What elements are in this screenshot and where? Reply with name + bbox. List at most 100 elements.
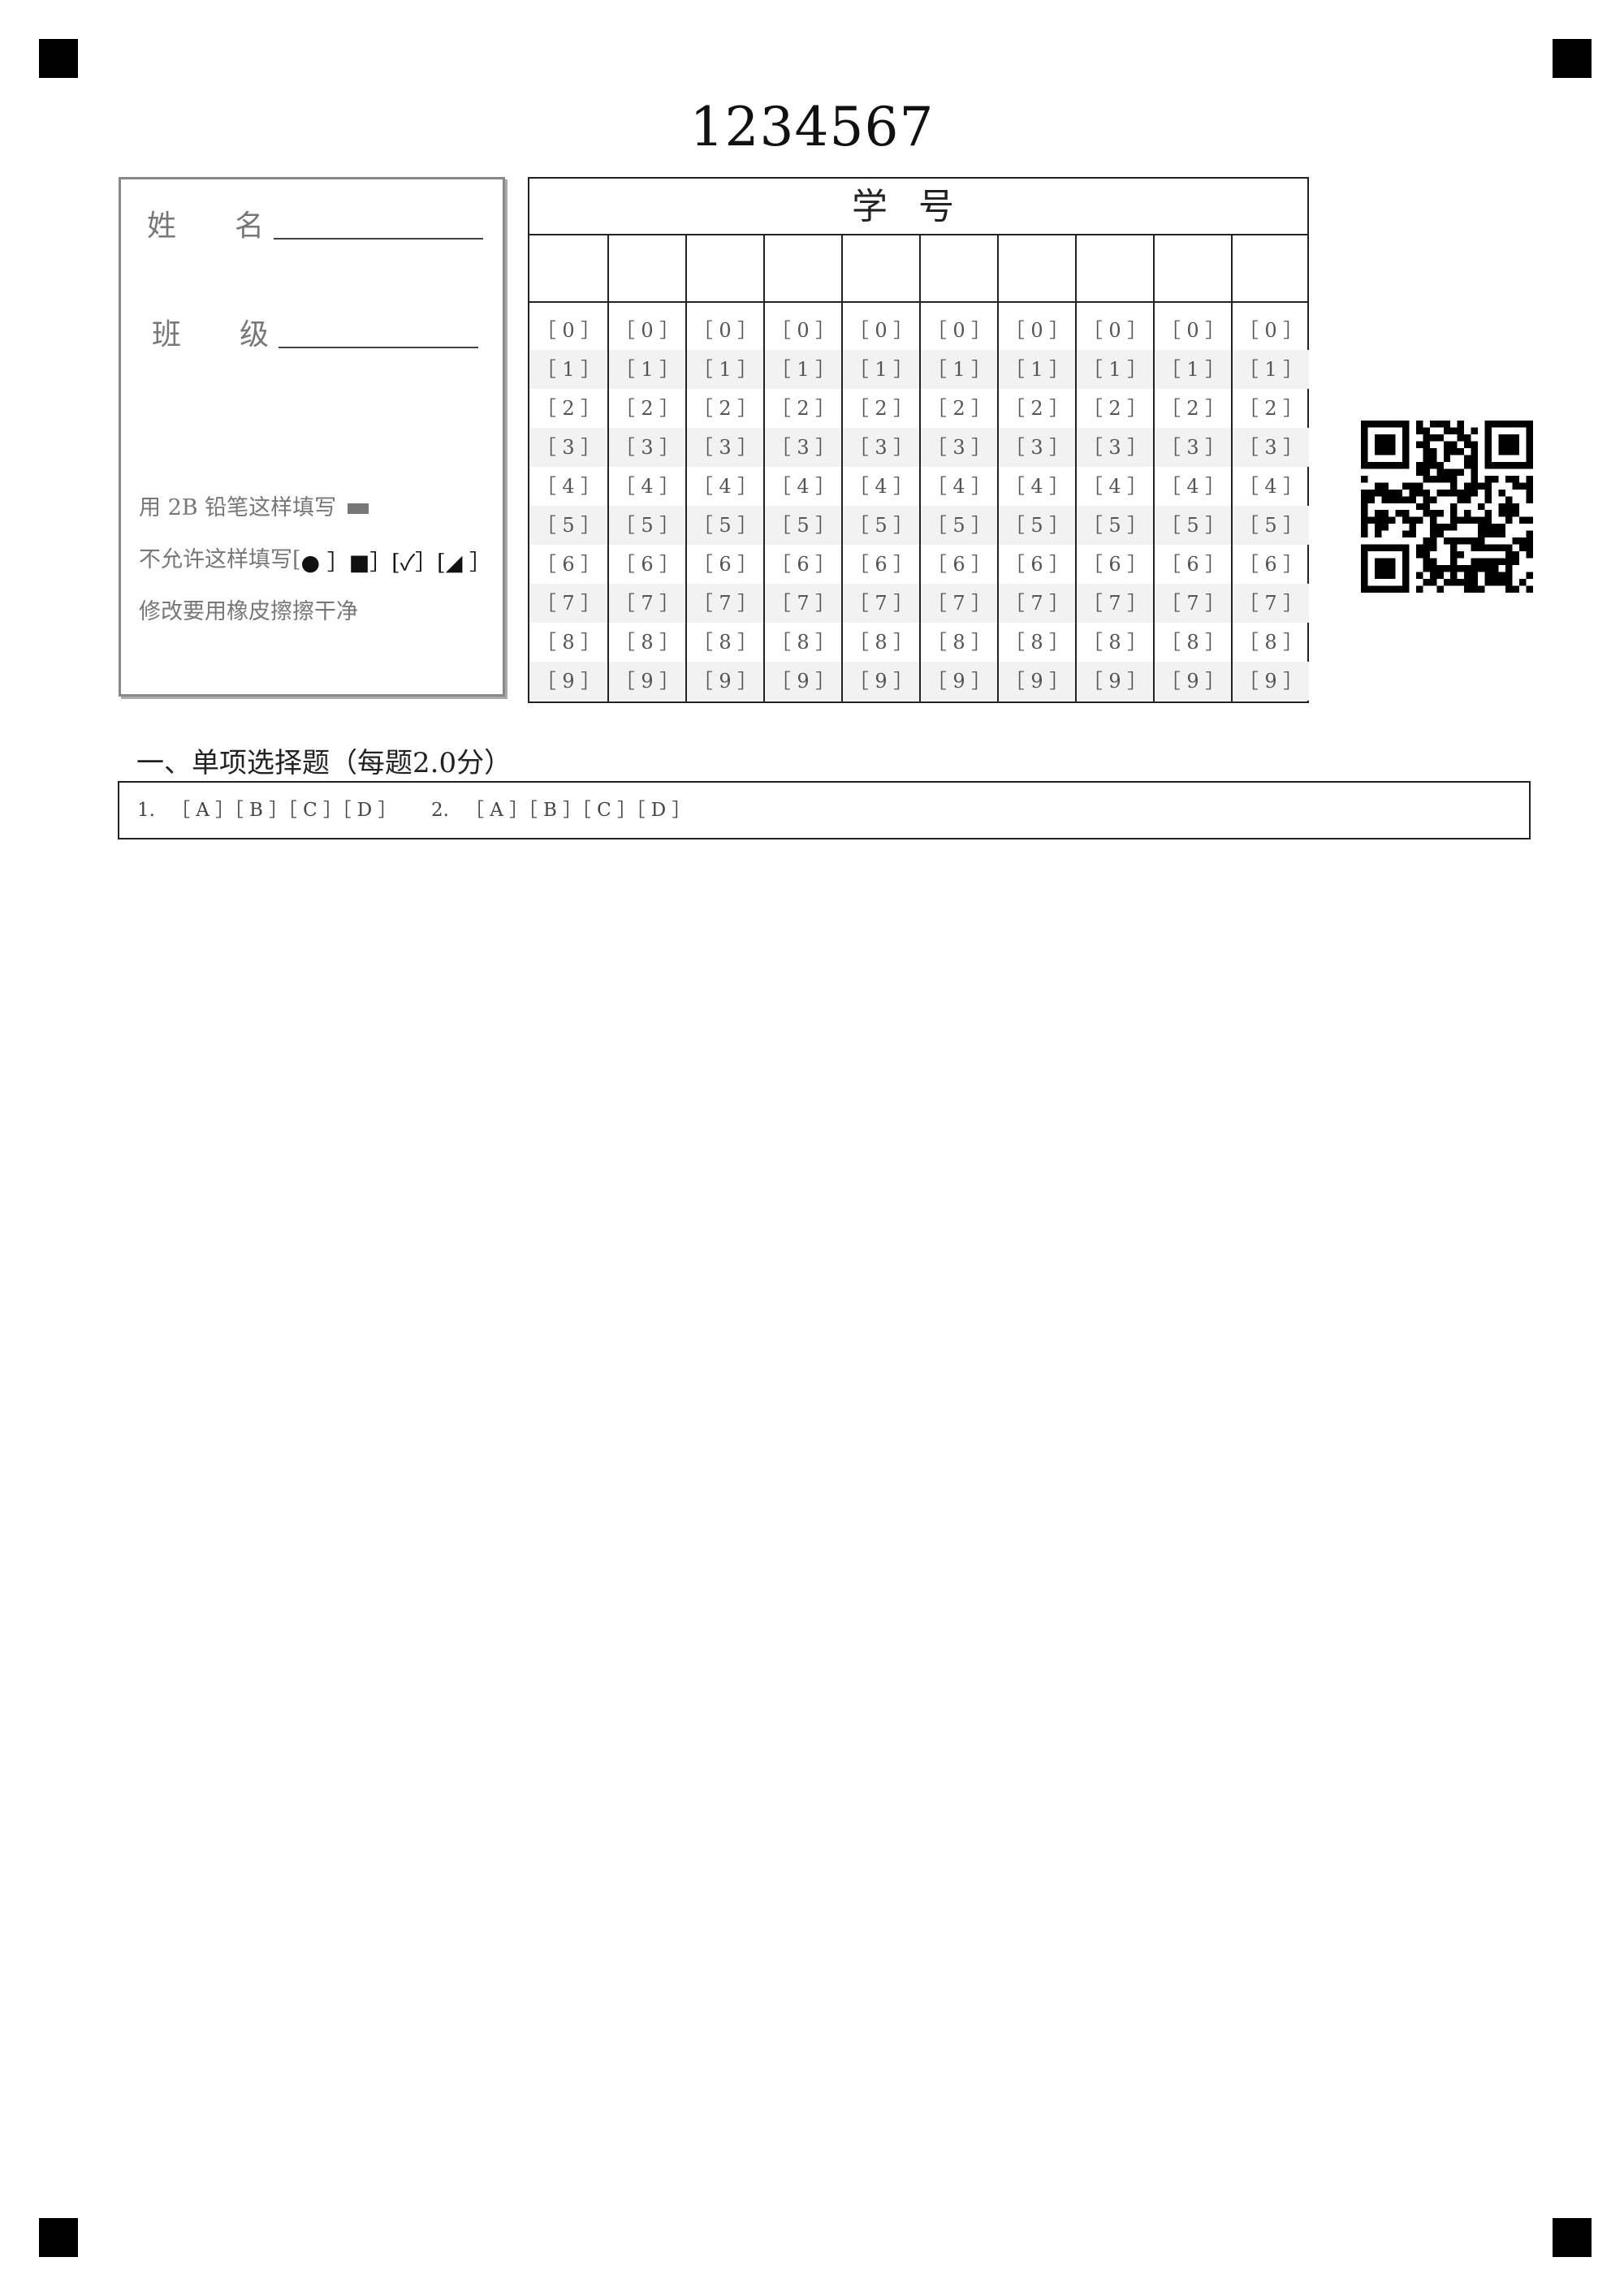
student-id-bubble[interactable]: ［ 9 ］ <box>843 662 919 701</box>
student-id-bubble[interactable]: ［ 6 ］ <box>609 545 685 584</box>
student-id-bubble[interactable]: ［ 3 ］ <box>843 428 919 467</box>
student-id-digit-box[interactable] <box>765 235 841 303</box>
student-id-bubble[interactable]: ［ 7 ］ <box>1155 584 1231 623</box>
student-id-bubble[interactable]: ［ 9 ］ <box>765 662 841 701</box>
student-id-bubble[interactable]: ［ 9 ］ <box>1077 662 1153 701</box>
student-id-bubble[interactable]: ［ 2 ］ <box>765 389 841 428</box>
student-id-bubble[interactable]: ［ 1 ］ <box>921 350 997 389</box>
student-id-bubble[interactable]: ［ 2 ］ <box>687 389 763 428</box>
student-id-bubble[interactable]: ［ 5 ］ <box>687 506 763 545</box>
student-id-bubble[interactable]: ［ 5 ］ <box>1155 506 1231 545</box>
student-id-bubble[interactable]: ［ 5 ］ <box>1233 506 1309 545</box>
student-id-bubble[interactable]: ［ 6 ］ <box>1233 545 1309 584</box>
student-id-bubble[interactable]: ［ 6 ］ <box>999 545 1075 584</box>
student-id-bubble[interactable]: ［ 1 ］ <box>1077 350 1153 389</box>
student-id-digit-box[interactable] <box>529 235 607 303</box>
student-id-bubble[interactable]: ［ 4 ］ <box>1155 467 1231 506</box>
student-id-bubble[interactable]: ［ 7 ］ <box>1077 584 1153 623</box>
student-id-bubble[interactable]: ［ 5 ］ <box>765 506 841 545</box>
student-id-bubble[interactable]: ［ 1 ］ <box>687 350 763 389</box>
student-id-bubble[interactable]: ［ 4 ］ <box>1233 467 1309 506</box>
student-id-bubble[interactable]: ［ 5 ］ <box>921 506 997 545</box>
student-id-bubble[interactable]: ［ 8 ］ <box>999 623 1075 662</box>
student-id-bubble[interactable]: ［ 0 ］ <box>1077 311 1153 350</box>
student-id-bubble[interactable]: ［ 6 ］ <box>1155 545 1231 584</box>
student-id-bubble[interactable]: ［ 5 ］ <box>843 506 919 545</box>
student-id-bubble[interactable]: ［ 2 ］ <box>843 389 919 428</box>
student-id-bubble[interactable]: ［ 1 ］ <box>529 350 607 389</box>
student-id-bubble[interactable]: ［ 3 ］ <box>1155 428 1231 467</box>
student-id-digit-box[interactable] <box>921 235 997 303</box>
student-id-bubble[interactable]: ［ 7 ］ <box>843 584 919 623</box>
student-id-bubble[interactable]: ［ 4 ］ <box>921 467 997 506</box>
student-id-bubble[interactable]: ［ 3 ］ <box>609 428 685 467</box>
student-id-bubble[interactable]: ［ 8 ］ <box>1155 623 1231 662</box>
student-id-bubble[interactable]: ［ 0 ］ <box>687 311 763 350</box>
student-id-bubble[interactable]: ［ 5 ］ <box>609 506 685 545</box>
student-id-bubble[interactable]: ［ 7 ］ <box>921 584 997 623</box>
student-id-bubble[interactable]: ［ 6 ］ <box>843 545 919 584</box>
student-id-bubble[interactable]: ［ 1 ］ <box>1155 350 1231 389</box>
student-id-bubble[interactable]: ［ 7 ］ <box>765 584 841 623</box>
student-id-bubble[interactable]: ［ 0 ］ <box>1233 311 1309 350</box>
student-id-bubble[interactable]: ［ 4 ］ <box>529 467 607 506</box>
student-id-bubble[interactable]: ［ 8 ］ <box>1233 623 1309 662</box>
student-id-bubble[interactable]: ［ 3 ］ <box>687 428 763 467</box>
student-id-bubble[interactable]: ［ 9 ］ <box>921 662 997 701</box>
student-id-digit-box[interactable] <box>1077 235 1153 303</box>
student-id-bubble[interactable]: ［ 7 ］ <box>1233 584 1309 623</box>
student-id-bubble[interactable]: ［ 3 ］ <box>921 428 997 467</box>
student-id-bubble[interactable]: ［ 9 ］ <box>609 662 685 701</box>
student-id-digit-box[interactable] <box>843 235 919 303</box>
student-id-bubble[interactable]: ［ 8 ］ <box>687 623 763 662</box>
student-id-bubble[interactable]: ［ 7 ］ <box>999 584 1075 623</box>
student-id-bubble[interactable]: ［ 3 ］ <box>529 428 607 467</box>
student-id-bubble[interactable]: ［ 8 ］ <box>529 623 607 662</box>
student-id-bubble[interactable]: ［ 3 ］ <box>999 428 1075 467</box>
student-id-bubble[interactable]: ［ 6 ］ <box>529 545 607 584</box>
student-id-bubble[interactable]: ［ 1 ］ <box>1233 350 1309 389</box>
student-id-bubble[interactable]: ［ 6 ］ <box>1077 545 1153 584</box>
student-id-bubble[interactable]: ［ 1 ］ <box>999 350 1075 389</box>
student-id-bubble[interactable]: ［ 4 ］ <box>999 467 1075 506</box>
student-id-bubble[interactable]: ［ 5 ］ <box>1077 506 1153 545</box>
student-id-bubble[interactable]: ［ 8 ］ <box>609 623 685 662</box>
student-id-bubble[interactable]: ［ 3 ］ <box>1233 428 1309 467</box>
student-id-bubble[interactable]: ［ 2 ］ <box>921 389 997 428</box>
student-id-bubble[interactable]: ［ 8 ］ <box>765 623 841 662</box>
student-id-digit-box[interactable] <box>999 235 1075 303</box>
student-id-bubble[interactable]: ［ 2 ］ <box>1077 389 1153 428</box>
student-id-bubble[interactable]: ［ 2 ］ <box>1155 389 1231 428</box>
student-id-digit-box[interactable] <box>1155 235 1231 303</box>
student-id-bubble[interactable]: ［ 4 ］ <box>687 467 763 506</box>
student-id-bubble[interactable]: ［ 7 ］ <box>529 584 607 623</box>
student-id-bubble[interactable]: ［ 2 ］ <box>1233 389 1309 428</box>
student-id-bubble[interactable]: ［ 1 ］ <box>843 350 919 389</box>
student-id-bubble[interactable]: ［ 3 ］ <box>1077 428 1153 467</box>
student-id-bubble[interactable]: ［ 4 ］ <box>609 467 685 506</box>
student-id-digit-box[interactable] <box>609 235 685 303</box>
class-underline[interactable] <box>279 347 478 350</box>
student-id-bubble[interactable]: ［ 9 ］ <box>529 662 607 701</box>
student-id-bubble[interactable]: ［ 0 ］ <box>921 311 997 350</box>
student-id-bubble[interactable]: ［ 0 ］ <box>609 311 685 350</box>
student-id-bubble[interactable]: ［ 7 ］ <box>687 584 763 623</box>
student-id-bubble[interactable]: ［ 3 ］ <box>765 428 841 467</box>
student-id-bubble[interactable]: ［ 1 ］ <box>765 350 841 389</box>
student-id-bubble[interactable]: ［ 2 ］ <box>609 389 685 428</box>
student-id-bubble[interactable]: ［ 2 ］ <box>999 389 1075 428</box>
question-2-options[interactable]: ［ A ］［ B ］［ C ］［ D ］ <box>465 783 691 838</box>
student-id-bubble[interactable]: ［ 9 ］ <box>687 662 763 701</box>
student-id-bubble[interactable]: ［ 6 ］ <box>765 545 841 584</box>
student-id-bubble[interactable]: ［ 9 ］ <box>1233 662 1309 701</box>
student-id-bubble[interactable]: ［ 4 ］ <box>1077 467 1153 506</box>
student-id-bubble[interactable]: ［ 9 ］ <box>1155 662 1231 701</box>
student-id-bubble[interactable]: ［ 1 ］ <box>609 350 685 389</box>
student-id-bubble[interactable]: ［ 0 ］ <box>1155 311 1231 350</box>
student-id-bubble[interactable]: ［ 8 ］ <box>921 623 997 662</box>
question-1-options[interactable]: ［ A ］［ B ］［ C ］［ D ］ <box>171 783 397 838</box>
student-id-bubble[interactable]: ［ 0 ］ <box>529 311 607 350</box>
student-id-bubble[interactable]: ［ 5 ］ <box>999 506 1075 545</box>
student-id-bubble[interactable]: ［ 0 ］ <box>765 311 841 350</box>
student-id-bubble[interactable]: ［ 6 ］ <box>921 545 997 584</box>
